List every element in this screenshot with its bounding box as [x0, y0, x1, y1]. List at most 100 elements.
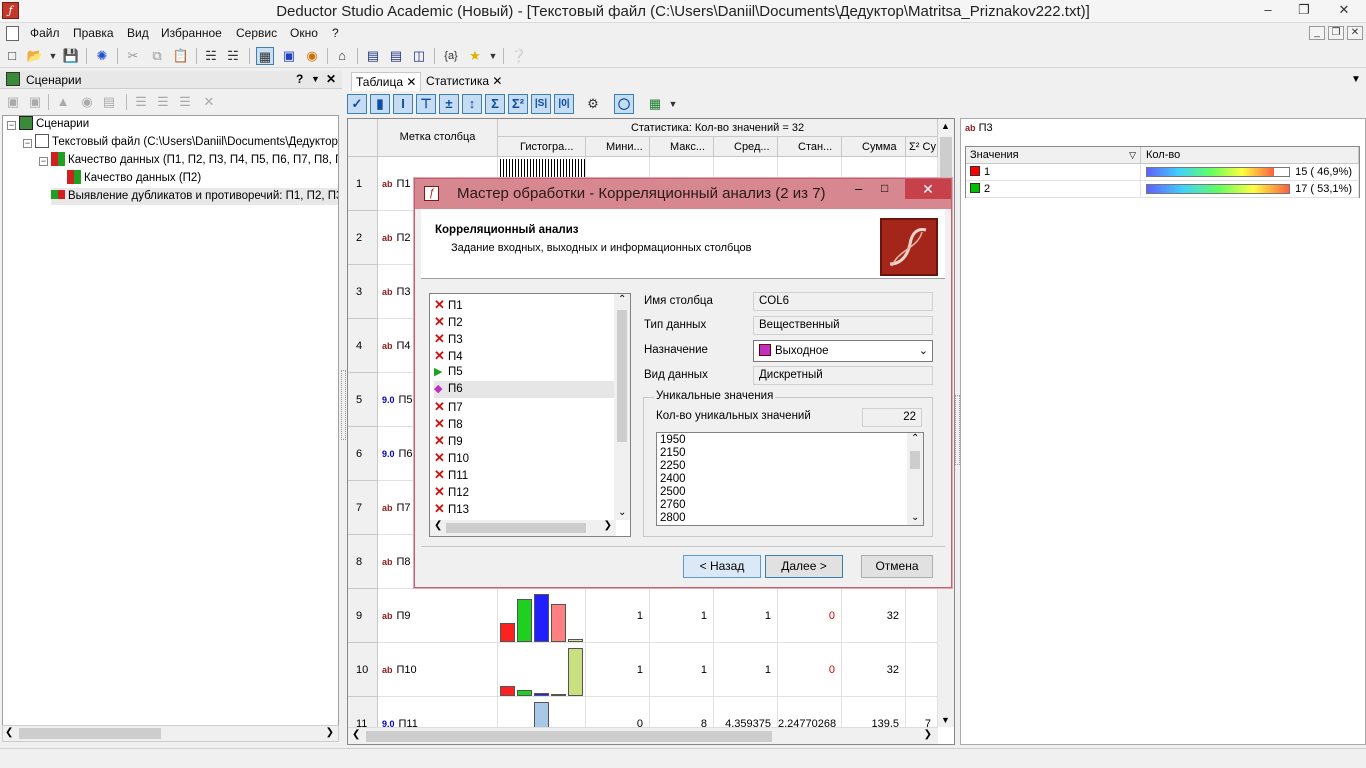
row-label[interactable]: ab П10: [378, 643, 498, 697]
favorites-dropdown-icon[interactable]: ▼: [484, 47, 502, 65]
mean-icon[interactable]: ±: [439, 94, 459, 114]
collapse-icon[interactable]: −: [39, 157, 48, 166]
columns-list[interactable]: ✕ П1 ✕ П2 ✕ П3 ✕ П4 ▶ П5 ◆ П6 ✕ П7 ✕ П8 ✕ П9 ✕ П10 ✕ П11 ✕ П12 ✕…: [429, 293, 631, 537]
column-list-item[interactable]: ✕ П13: [434, 500, 614, 517]
report-icon[interactable]: ▤: [100, 93, 118, 111]
grid-horizontal-scrollbar[interactable]: ❮ ❯: [348, 727, 938, 744]
unique-value-item[interactable]: 2760: [660, 499, 686, 512]
column-list-item[interactable]: ✕ П12: [434, 483, 614, 500]
variables-icon[interactable]: {a}: [438, 47, 464, 65]
tree-node-root[interactable]: Сценарии: [19, 116, 89, 133]
add-node-icon[interactable]: ▣: [4, 93, 22, 111]
excel-export-icon[interactable]: ▦: [646, 95, 664, 113]
tree-node-quality-p2[interactable]: Качество данных (П2): [67, 170, 201, 187]
menu-edit[interactable]: Правка: [73, 26, 114, 40]
splitter-handle[interactable]: [341, 370, 346, 440]
tab-close-icon[interactable]: ✕: [492, 74, 502, 88]
tab-close-icon[interactable]: ✕: [406, 75, 416, 89]
stddev-icon[interactable]: ↕: [462, 94, 482, 114]
column-list-item[interactable]: ✕ П3: [434, 330, 614, 347]
column-list-item[interactable]: ✕ П1: [434, 296, 614, 313]
next-button[interactable]: Далее >: [765, 555, 843, 578]
view-details-icon[interactable]: ◯: [614, 94, 634, 114]
tree-move-down-icon[interactable]: ☰: [154, 93, 172, 111]
tree-move-up-icon[interactable]: ☰: [132, 93, 150, 111]
close-window-button[interactable]: ✕: [1322, 0, 1366, 21]
unique-icon[interactable]: |S|: [531, 94, 551, 114]
col-sumsq-header[interactable]: Σ² Су: [906, 137, 938, 157]
columns-list-hscrollbar[interactable]: ❮ ❯: [430, 520, 616, 536]
tree-node-textfile[interactable]: Текстовый файл (C:\Users\Daniil\Document…: [35, 134, 338, 151]
dialog-minimize-button[interactable]: –: [855, 181, 862, 196]
menu-window[interactable]: Окно: [290, 26, 318, 40]
col-min-header[interactable]: Мини...: [586, 137, 650, 157]
open-icon[interactable]: 📂: [26, 47, 44, 65]
delete-node-icon[interactable]: ✕: [200, 93, 218, 111]
checkmark-icon[interactable]: ✓: [347, 94, 367, 114]
tab-statistics[interactable]: Статистика ✕: [422, 72, 506, 91]
purpose-select[interactable]: Выходное ⌄: [753, 340, 933, 362]
col-mean-header[interactable]: Сред...: [714, 137, 778, 157]
menu-file[interactable]: Файл: [30, 26, 60, 40]
export-dropdown-icon[interactable]: ▼: [664, 95, 682, 113]
tree-node-quality[interactable]: Качество данных (П1, П2, П3, П4, П5, П6,…: [51, 152, 338, 169]
unique-values-scrollbar[interactable]: ⌃ ⌄: [907, 433, 923, 525]
settings-icon[interactable]: ⚙: [584, 95, 602, 113]
col-max-header[interactable]: Макс...: [650, 137, 714, 157]
back-button[interactable]: < Назад: [683, 555, 761, 578]
panel-help-button[interactable]: ?: [296, 72, 303, 86]
histogram-icon[interactable]: ▮: [370, 94, 390, 114]
min-icon[interactable]: I: [393, 94, 413, 114]
save-icon[interactable]: 💾: [62, 47, 80, 65]
count-column-header[interactable]: Кол-во: [1141, 147, 1359, 164]
column-list-item[interactable]: ✕ П8: [434, 415, 614, 432]
new-icon[interactable]: □: [3, 47, 21, 65]
copy-icon[interactable]: ⧉: [148, 47, 166, 65]
export-icon[interactable]: ▲: [54, 93, 72, 111]
home-icon[interactable]: ⌂: [333, 47, 351, 65]
column-list-item[interactable]: ✕ П11: [434, 466, 614, 483]
tabs-dropdown-icon[interactable]: ▼: [1351, 74, 1361, 85]
column-list-item[interactable]: ✕ П9: [434, 432, 614, 449]
col-sum-header[interactable]: Сумма: [842, 137, 906, 157]
value-cell[interactable]: 1: [966, 164, 1141, 181]
unique-value-item[interactable]: 2400: [660, 473, 686, 486]
minimize-button[interactable]: –: [1250, 0, 1286, 21]
tree-node-duplicates[interactable]: Выявление дубликатов и противоречий: П1,…: [51, 188, 338, 205]
visualize-icon[interactable]: ◉: [78, 93, 96, 111]
column-list-item[interactable]: ✕ П7: [434, 398, 614, 415]
mdi-minimize-button[interactable]: _: [1309, 26, 1325, 40]
columns-list-scrollbar[interactable]: ⌃ ⌄: [614, 294, 630, 520]
panel-menu-icon[interactable]: ▼: [311, 74, 320, 84]
tree-horizontal-scrollbar[interactable]: ❮ ❯: [2, 725, 339, 742]
filter-icon[interactable]: ▽: [1129, 147, 1136, 163]
cascade-icon[interactable]: ▤: [364, 47, 382, 65]
unique-values-list[interactable]: 1950 2150 2250 2400 2500 2760 2800 ⌃ ⌄: [656, 432, 924, 526]
find-icon[interactable]: ☵: [202, 47, 220, 65]
menu-favorites[interactable]: Избранное: [161, 26, 222, 40]
cut-icon[interactable]: ✂: [124, 47, 142, 65]
column-list-item[interactable]: ✕ П2: [434, 313, 614, 330]
sum-icon[interactable]: Σ: [485, 94, 505, 114]
dialog-close-button[interactable]: ✕: [905, 179, 951, 199]
unique-value-item[interactable]: 2150: [660, 447, 686, 460]
column-list-item[interactable]: ◆ П6: [434, 381, 614, 398]
panel-close-button[interactable]: ✕: [326, 72, 336, 86]
col-histogram-header[interactable]: Гистогра...: [498, 137, 586, 157]
stop-icon[interactable]: ◉: [303, 47, 321, 65]
help-icon[interactable]: ❔: [510, 47, 528, 65]
tab-table[interactable]: Таблица ✕: [351, 72, 422, 91]
values-column-header[interactable]: Значения ▽: [966, 147, 1141, 164]
restore-button[interactable]: ❐: [1286, 0, 1322, 21]
menu-view[interactable]: Вид: [127, 26, 149, 40]
collapse-icon[interactable]: −: [23, 139, 32, 148]
row-label[interactable]: ab П9: [378, 589, 498, 643]
paste-icon[interactable]: 📋: [172, 47, 190, 65]
unique-value-item[interactable]: 2500: [660, 486, 686, 499]
favorites-star-icon[interactable]: ★: [466, 47, 484, 65]
col-std-header[interactable]: Стан...: [778, 137, 842, 157]
tile-vertical-icon[interactable]: ◫: [410, 47, 428, 65]
tree-copy-icon[interactable]: ☰: [176, 93, 194, 111]
cancel-button[interactable]: Отмена: [861, 555, 933, 578]
column-list-item[interactable]: ✕ П10: [434, 449, 614, 466]
